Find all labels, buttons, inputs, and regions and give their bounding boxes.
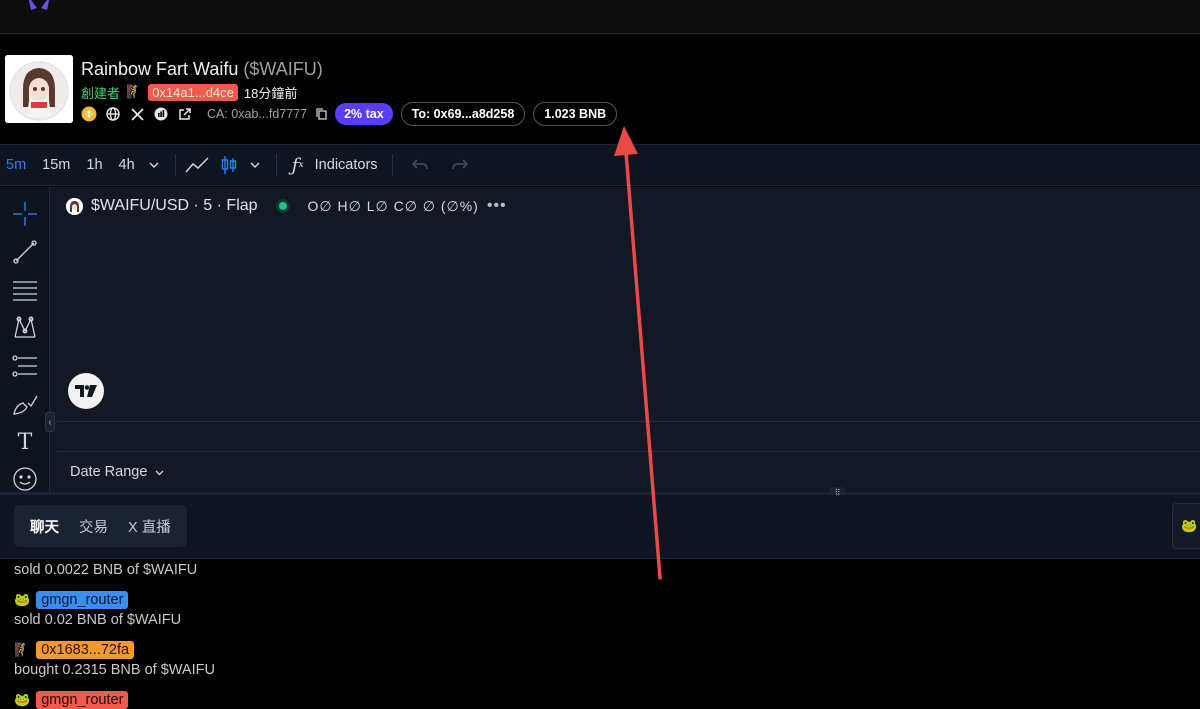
feed-user-row: 🧗 0x1683...72fa <box>14 641 135 659</box>
contract-address: CA: 0xab...fd7777 <box>207 107 308 121</box>
share-icon[interactable] <box>177 106 193 122</box>
crosshair-icon[interactable] <box>10 199 40 229</box>
pattern-icon[interactable] <box>10 313 40 343</box>
timeframe-1h[interactable]: 1h <box>80 157 108 173</box>
climber-emoji-icon: 🧗 <box>14 642 31 657</box>
chevron-down-icon[interactable] <box>141 152 167 178</box>
toolbar-divider <box>174 154 176 176</box>
drawing-toolbar: T <box>0 187 50 492</box>
copy-icon[interactable] <box>315 106 327 122</box>
token-name: Rainbow Fart Waifu <box>81 59 239 79</box>
to-address-badge[interactable]: To: 0x69...a8d258 <box>400 102 526 126</box>
candlestick-icon[interactable] <box>216 152 242 178</box>
user-tag[interactable]: gmgn_router <box>36 691 129 709</box>
chart-legend: $WAIFU/USD · 5 · Flap O∅ H∅ L∅ C∅ ∅ (∅%)… <box>66 197 507 215</box>
chart-area: T ‹ $WAIFU/USD · 5 · Flap O∅ H∅ L∅ C∅ ∅ … <box>0 187 1200 492</box>
feed-message: sold 0.02 BNB of $WAIFU <box>14 612 182 628</box>
creator-label: 創建者 <box>81 85 121 101</box>
token-symbol: ($WAIFU) <box>243 59 323 79</box>
collapse-sidebar-handle[interactable]: ‹ <box>45 412 55 432</box>
feed-user-row: 🐸 gmgn_router <box>14 591 129 609</box>
tab-bar: 聊天 交易 X 直播 <box>14 505 187 547</box>
emoji-icon[interactable] <box>10 464 40 494</box>
tab-section: 聊天 交易 X 直播 🐸 <box>0 495 1200 559</box>
links-row: CA: 0xab...fd7777 2% tax To: 0x69...a8d2… <box>81 102 618 126</box>
chart-toolbar: 5m 15m 1h 4h ƒx Indicators <box>0 144 1200 186</box>
text-tool-icon[interactable]: T <box>10 427 40 457</box>
tax-badge: 2% tax <box>335 103 393 125</box>
tradingview-logo-icon[interactable] <box>68 373 104 409</box>
toolbar-divider <box>391 154 393 176</box>
brush-icon[interactable] <box>10 389 40 419</box>
creator-row: 創建者 🧗 0x14a1...d4ce 18分鐘前 <box>81 83 297 101</box>
toolbar-divider <box>275 154 277 176</box>
chevron-down-icon[interactable] <box>242 152 268 178</box>
user-tag[interactable]: 0x1683...72fa <box>36 641 135 659</box>
indicators-button[interactable]: Indicators <box>315 157 378 173</box>
website-icon[interactable] <box>105 106 121 122</box>
creator-emoji-icon: 🧗 <box>126 84 143 99</box>
creator-address[interactable]: 0x14a1...d4ce <box>148 83 238 101</box>
date-range-button[interactable]: Date Range <box>70 464 164 480</box>
amount-badge: 1.023 BNB <box>533 102 618 126</box>
user-tag[interactable]: gmgn_router <box>36 591 129 609</box>
redo-icon[interactable] <box>447 152 473 178</box>
trend-line-icon[interactable] <box>10 237 40 267</box>
timeframe-5m[interactable]: 5m <box>0 157 32 173</box>
frog-emoji-icon: 🐸 <box>14 592 31 607</box>
tab-x-live[interactable]: X 直播 <box>118 516 181 537</box>
feed-user-row: 🐸 gmgn_router <box>14 691 129 709</box>
axis-separator <box>57 451 1200 452</box>
pair-avatar <box>66 197 83 215</box>
side-panel-stub[interactable]: 🐸 <box>1172 503 1200 549</box>
pair-label: $WAIFU/USD · 5 · Flap <box>91 197 258 214</box>
tab-trades[interactable]: 交易 <box>69 516 118 537</box>
undo-icon[interactable] <box>407 152 433 178</box>
tab-chat[interactable]: 聊天 <box>20 516 69 537</box>
feed-message: bought 0.2315 BNB of $WAIFU <box>14 662 215 678</box>
token-title: Rainbow Fart Waifu ($WAIFU) <box>81 59 323 80</box>
frog-emoji-icon: 🐸 <box>14 692 31 707</box>
frog-emoji-icon: 🐸 <box>1181 518 1198 533</box>
chart-pane[interactable]: $WAIFU/USD · 5 · Flap O∅ H∅ L∅ C∅ ∅ (∅%)… <box>57 187 1200 492</box>
top-bar <box>0 0 1200 34</box>
token-avatar <box>5 55 73 123</box>
chevron-down-icon <box>155 470 164 476</box>
line-chart-icon[interactable] <box>184 152 210 178</box>
indicators-fx-icon[interactable]: ƒx <box>285 152 311 178</box>
created-time: 18分鐘前 <box>243 85 298 101</box>
more-options-button[interactable]: ••• <box>487 197 507 215</box>
live-status-icon <box>275 199 290 213</box>
timeframe-4h[interactable]: 4h <box>113 157 141 173</box>
feed-message: sold 0.0022 BNB of $WAIFU <box>14 562 198 578</box>
bnb-chain-icon <box>81 106 97 122</box>
explorer-icon[interactable] <box>153 106 169 122</box>
timeframe-15m[interactable]: 15m <box>36 157 76 173</box>
x-twitter-icon[interactable] <box>129 106 145 122</box>
fib-lines-icon[interactable] <box>10 275 40 305</box>
token-header: Rainbow Fart Waifu ($WAIFU) 創建者 🧗 0x14a1… <box>0 35 1200 143</box>
app-logo-icon[interactable] <box>25 0 53 16</box>
pane-separator <box>57 421 1200 422</box>
activity-feed: sold 0.0022 BNB of $WAIFU 🐸 gmgn_router … <box>0 560 1200 709</box>
ohlc-values: O∅ H∅ L∅ C∅ ∅ (∅%) <box>307 197 479 214</box>
date-range-label: Date Range <box>70 464 148 480</box>
projection-icon[interactable] <box>10 351 40 381</box>
